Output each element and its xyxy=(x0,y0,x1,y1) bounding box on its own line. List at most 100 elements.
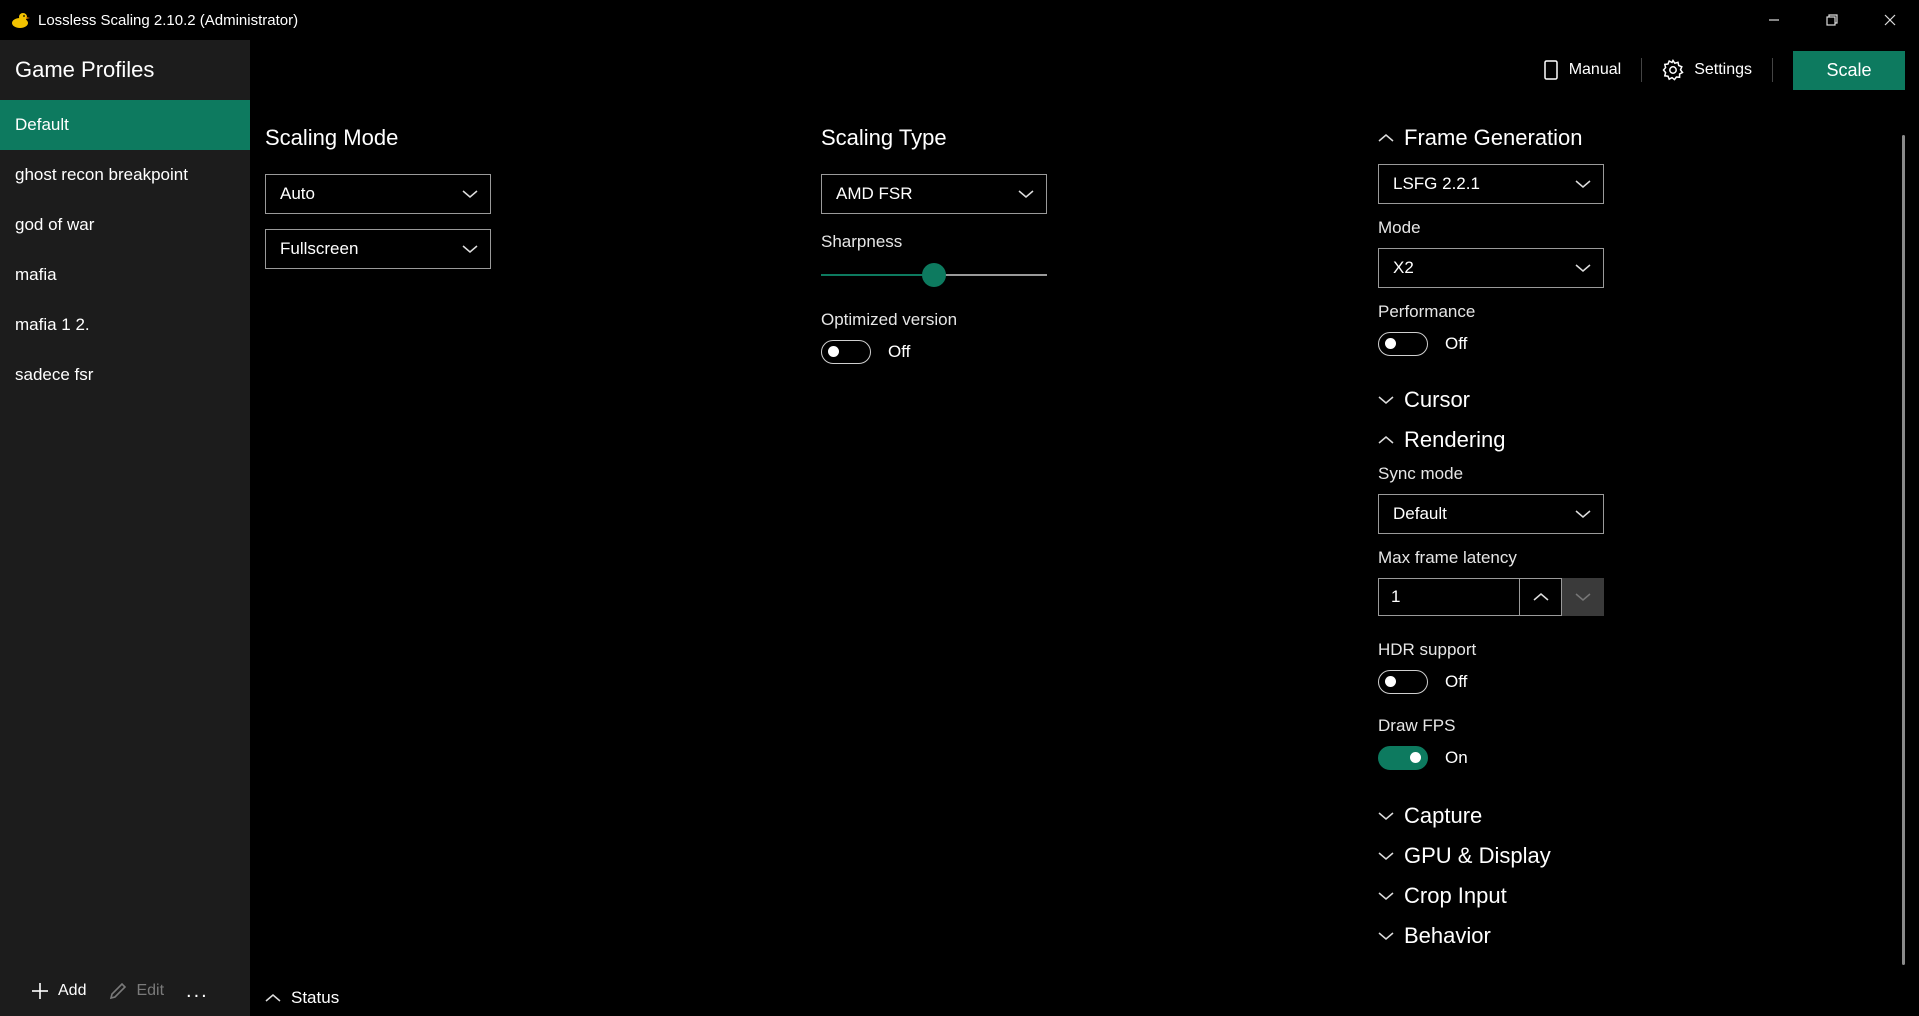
draw-fps-label: Draw FPS xyxy=(1378,716,1456,735)
frame-generation-version-dropdown[interactable]: LSFG 2.2.1 xyxy=(1378,164,1604,204)
manual-label: Manual xyxy=(1568,61,1622,78)
pencil-icon xyxy=(110,982,127,1000)
chevron-down-icon xyxy=(1575,510,1591,518)
chevron-down-icon xyxy=(1018,190,1034,198)
frame-generation-version-value: LSFG 2.2.1 xyxy=(1393,174,1480,193)
profile-item-default[interactable]: Default xyxy=(0,100,250,150)
performance-label: Performance xyxy=(1378,302,1476,321)
toggle-knob xyxy=(1385,676,1396,687)
minimize-icon xyxy=(1769,19,1779,21)
decrement-button[interactable] xyxy=(1562,578,1604,616)
chevron-down-icon xyxy=(462,245,478,253)
vertical-scrollbar[interactable] xyxy=(1902,135,1905,965)
chevron-down-icon xyxy=(1575,180,1591,188)
gear-icon xyxy=(1662,59,1684,81)
rendering-expander[interactable]: Rendering xyxy=(1378,420,1604,460)
gpu-display-expander[interactable]: GPU & Display xyxy=(1378,836,1604,876)
scaling-mode-title: Scaling Mode xyxy=(265,125,399,150)
window-title: Lossless Scaling 2.10.2 (Administrator) xyxy=(38,11,299,29)
chevron-down-icon xyxy=(1378,812,1394,820)
sidebar-footer: Add Edit ... xyxy=(0,966,250,1016)
edit-label: Edit xyxy=(136,982,165,999)
cursor-title: Cursor xyxy=(1404,387,1471,412)
sync-mode-label: Sync mode xyxy=(1378,464,1464,483)
more-label: ... xyxy=(186,979,209,1002)
frame-generation-title: Frame Generation xyxy=(1404,125,1583,150)
settings-label: Settings xyxy=(1694,61,1752,78)
profile-item-mafia[interactable]: mafia xyxy=(0,250,250,300)
chevron-down-icon xyxy=(1575,593,1590,601)
status-label: Status xyxy=(291,988,340,1007)
display-mode-value: Fullscreen xyxy=(280,239,359,258)
sharpness-label: Sharpness xyxy=(821,232,903,251)
increment-button[interactable] xyxy=(1520,578,1562,616)
cursor-expander[interactable]: Cursor xyxy=(1378,380,1604,420)
chevron-up-icon xyxy=(1378,134,1394,142)
scaling-mode-dropdown[interactable]: Auto xyxy=(265,174,491,214)
draw-fps-toggle[interactable] xyxy=(1378,746,1428,770)
behavior-title: Behavior xyxy=(1404,923,1491,948)
slider-thumb[interactable] xyxy=(922,263,946,287)
profiles-sidebar: Game Profiles Default ghost recon breakp… xyxy=(0,40,250,1016)
chevron-down-icon xyxy=(1378,892,1394,900)
slider-fill xyxy=(821,274,934,276)
toggle-knob xyxy=(828,346,839,357)
max-frame-latency-stepper: 1 xyxy=(1378,578,1604,616)
book-icon xyxy=(1543,60,1558,80)
profile-item-god-of-war[interactable]: god of war xyxy=(0,200,250,250)
top-toolbar: Manual Settings Scale xyxy=(1523,50,1905,90)
chevron-down-icon xyxy=(1378,852,1394,860)
chevron-down-icon xyxy=(1378,932,1394,940)
capture-title: Capture xyxy=(1404,803,1483,828)
capture-expander[interactable]: Capture xyxy=(1378,796,1604,836)
gpu-display-title: GPU & Display xyxy=(1404,843,1551,868)
scaling-mode-section: Scaling Mode Auto Fullscreen xyxy=(265,118,491,284)
restore-icon xyxy=(1826,14,1838,26)
minimize-button[interactable] xyxy=(1745,0,1803,40)
frame-generation-expander[interactable]: Frame Generation xyxy=(1378,118,1604,158)
scaling-type-title: Scaling Type xyxy=(821,125,947,150)
app-logo-icon xyxy=(12,13,30,28)
optimized-version-label: Optimized version xyxy=(821,310,958,329)
crop-input-title: Crop Input xyxy=(1404,883,1507,908)
performance-toggle[interactable] xyxy=(1378,332,1428,356)
restore-button[interactable] xyxy=(1803,0,1861,40)
chevron-up-icon xyxy=(265,994,281,1002)
toggle-knob xyxy=(1410,752,1421,763)
title-bar: Lossless Scaling 2.10.2 (Administrator) xyxy=(0,0,1919,40)
scaling-mode-value: Auto xyxy=(280,184,315,203)
add-label: Add xyxy=(58,982,87,999)
chevron-down-icon xyxy=(462,190,478,198)
profile-item-ghost-recon[interactable]: ghost recon breakpoint xyxy=(0,150,250,200)
display-mode-dropdown[interactable]: Fullscreen xyxy=(265,229,491,269)
chevron-up-icon xyxy=(1533,593,1548,601)
frame-generation-mode-dropdown[interactable]: X2 xyxy=(1378,248,1604,288)
performance-state: Off xyxy=(1445,334,1468,353)
scaling-type-value: AMD FSR xyxy=(836,184,913,203)
status-expander[interactable]: Status xyxy=(265,988,339,1008)
optimized-version-toggle[interactable] xyxy=(821,340,871,364)
profile-list: Default ghost recon breakpoint god of wa… xyxy=(0,100,250,400)
settings-button[interactable]: Settings xyxy=(1642,59,1772,81)
chevron-down-icon xyxy=(1378,396,1394,404)
hdr-support-toggle[interactable] xyxy=(1378,670,1428,694)
scale-button[interactable]: Scale xyxy=(1793,50,1905,90)
frame-generation-section: Frame Generation LSFG 2.2.1 Mode X2 Perf… xyxy=(1378,118,1604,956)
profile-item-mafia-1-2[interactable]: mafia 1 2. xyxy=(0,300,250,350)
hdr-support-label: HDR support xyxy=(1378,640,1477,659)
sharpness-slider[interactable] xyxy=(821,262,1047,288)
chevron-down-icon xyxy=(1575,264,1591,272)
sync-mode-dropdown[interactable]: Default xyxy=(1378,494,1604,534)
more-options-button[interactable]: ... xyxy=(186,980,209,1003)
profile-item-sadece-fsr[interactable]: sadece fsr xyxy=(0,350,250,400)
crop-input-expander[interactable]: Crop Input xyxy=(1378,876,1604,916)
edit-profile-button[interactable]: Edit xyxy=(108,981,164,1001)
behavior-expander[interactable]: Behavior xyxy=(1378,916,1604,956)
max-frame-latency-label: Max frame latency xyxy=(1378,548,1517,567)
sync-mode-value: Default xyxy=(1393,504,1447,523)
max-frame-latency-input[interactable]: 1 xyxy=(1378,578,1520,616)
add-profile-button[interactable]: Add xyxy=(30,981,86,1001)
close-button[interactable] xyxy=(1861,0,1919,40)
scaling-type-dropdown[interactable]: AMD FSR xyxy=(821,174,1047,214)
manual-button[interactable]: Manual xyxy=(1523,60,1641,80)
